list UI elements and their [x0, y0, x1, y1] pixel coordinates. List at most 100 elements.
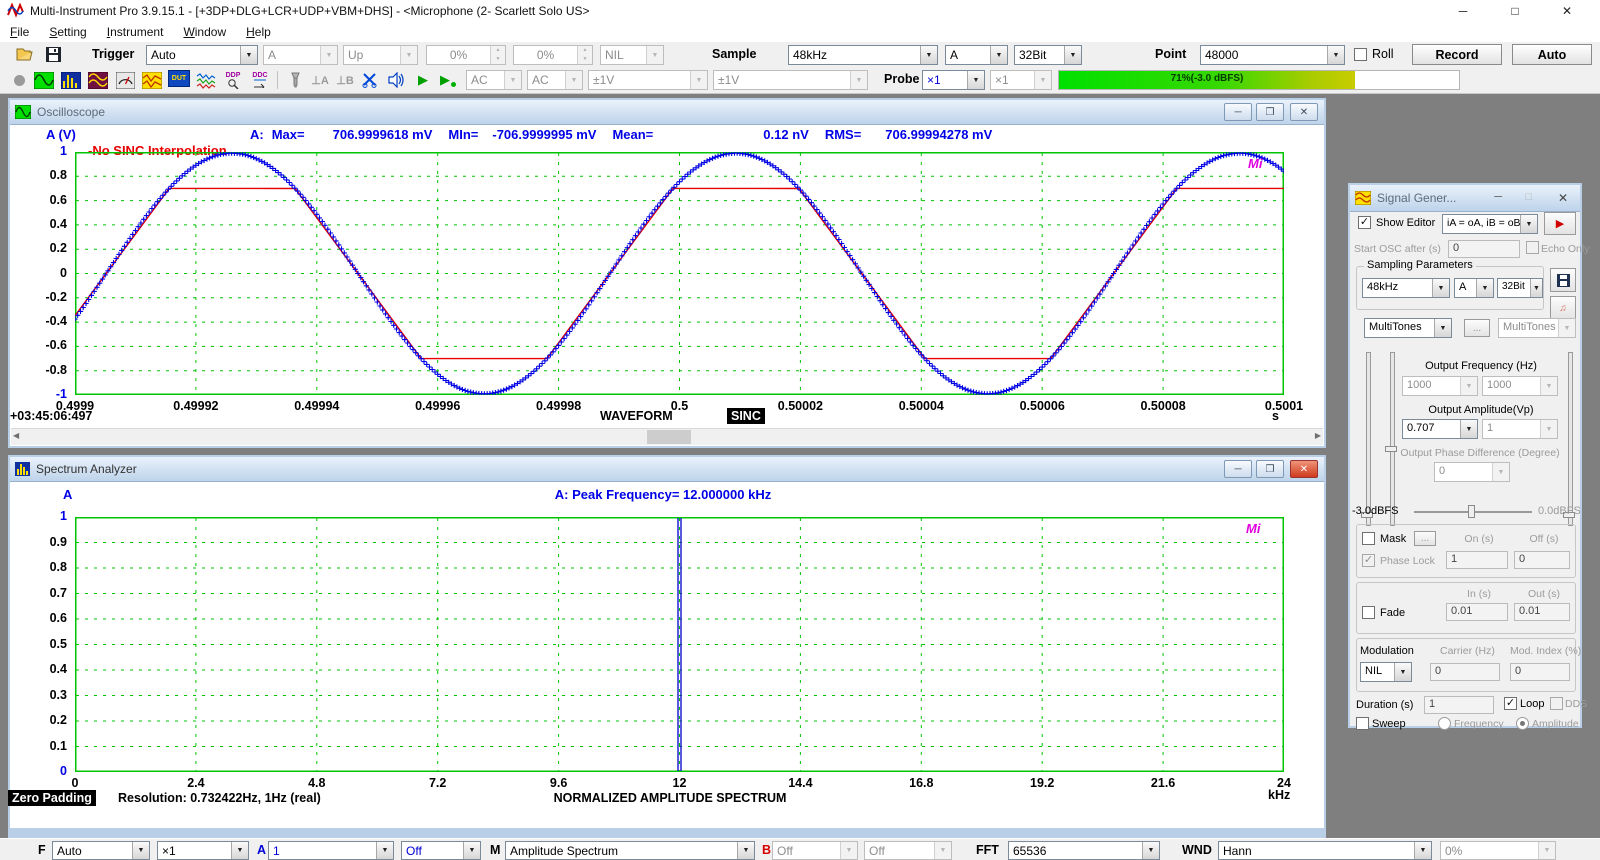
open-file-icon[interactable] [14, 44, 36, 64]
freq-mult-select[interactable]: ×1▼ [157, 841, 249, 860]
roll-checkbox[interactable] [1354, 48, 1367, 61]
amplitude-slider-b-track[interactable] [1568, 352, 1573, 526]
siggen-bit-depth-select[interactable]: 32Bit▼ [1497, 278, 1543, 298]
duration-input[interactable]: 1 [1424, 696, 1494, 714]
scroll-thumb[interactable] [647, 430, 691, 444]
chan-b-scale-select[interactable]: Off▼ [772, 841, 858, 860]
multimeter-icon[interactable] [114, 70, 136, 90]
signal-generator-title-bar[interactable]: Signal Gener... [1350, 185, 1580, 212]
spinner-arrows-icon[interactable]: ▲▼ [577, 46, 592, 64]
trigger-source-select[interactable]: A▼ [263, 45, 338, 65]
zero-padding-badge[interactable]: Zero Padding [8, 790, 96, 806]
restore-button[interactable]: ❒ [1256, 460, 1284, 478]
show-editor-checkbox[interactable] [1358, 216, 1371, 229]
chan-b-ref-select[interactable]: Off▼ [864, 841, 952, 860]
range-b-select[interactable]: ±1V▼ [713, 70, 868, 90]
fft-size-select[interactable]: 65536▼ [1008, 841, 1160, 860]
trigger-level-spinner[interactable]: 0%▲▼ [426, 45, 506, 65]
minimize-button[interactable]: ─ [1224, 103, 1252, 121]
siggen-run-button[interactable]: ▶ [1544, 212, 1576, 235]
calibration-icon[interactable] [359, 70, 381, 90]
minimize-button[interactable]: ─ [1494, 191, 1502, 203]
probe-a-select[interactable]: ×1▼ [922, 70, 985, 90]
mask-edit-button[interactable]: ... [1414, 531, 1436, 546]
close-button[interactable]: ✕ [1290, 103, 1318, 121]
sweep-checkbox[interactable] [1356, 717, 1369, 730]
sweep-amplitude-radio[interactable] [1516, 717, 1529, 730]
derived-data-curves-icon[interactable] [195, 70, 217, 90]
restore-button[interactable]: ❒ [1256, 103, 1284, 121]
chan-a-scale-select[interactable]: 1▼ [268, 841, 394, 860]
carrier-input[interactable]: 0 [1430, 663, 1500, 681]
sample-rate-select[interactable]: 48kHz▼ [788, 45, 938, 65]
trigger-edge-select[interactable]: Up▼ [343, 45, 418, 65]
trigger-mode-select[interactable]: Auto▼ [146, 45, 258, 65]
siggen-sample-rate-select[interactable]: 48kHz▼ [1362, 278, 1450, 298]
scroll-right-icon[interactable]: ▶ [1315, 431, 1321, 440]
modulation-select[interactable]: NIL▼ [1360, 662, 1412, 682]
sample-channel-select[interactable]: A▼ [945, 45, 1008, 65]
loop-checkbox[interactable] [1504, 697, 1517, 710]
siggen-save-button[interactable] [1550, 268, 1576, 292]
frequency-b-select[interactable]: 1000▼ [1482, 376, 1558, 396]
menu-file[interactable]: File [0, 25, 39, 39]
minimize-button[interactable]: ─ [1224, 460, 1252, 478]
amplitude-a-select[interactable]: 0.707▼ [1402, 419, 1478, 439]
echo-only-checkbox[interactable] [1526, 241, 1539, 254]
save-icon[interactable] [42, 44, 64, 64]
amplitude-slider-a-track[interactable] [1366, 352, 1371, 526]
analysis-mode-select[interactable]: Amplitude Spectrum▼ [505, 841, 755, 860]
chan-a-ref-select[interactable]: Off▼ [401, 841, 481, 860]
spinner-arrows-icon[interactable]: ▲▼ [490, 46, 505, 64]
multitones-edit-button[interactable]: ... [1464, 319, 1490, 337]
sweep-frequency-radio[interactable] [1438, 717, 1451, 730]
bit-depth-select[interactable]: 32Bit▼ [1014, 45, 1082, 65]
siggen-channel-select[interactable]: A▼ [1454, 278, 1494, 298]
spectrum-analyzer-icon[interactable] [60, 70, 82, 90]
maximize-button[interactable]: □ [1525, 191, 1532, 203]
routing-select[interactable]: iA = oA, iB = oB▼ [1442, 214, 1538, 234]
mask-off-input[interactable]: 0 [1514, 551, 1570, 569]
run-restart-icon[interactable]: ▶ [437, 70, 459, 90]
trigger-delay-spinner[interactable]: 0%▲▼ [513, 45, 593, 65]
trigger-hpf-select[interactable]: NIL▼ [600, 45, 664, 65]
mod-index-input[interactable]: 0 [1510, 663, 1570, 681]
frequency-a-select[interactable]: 1000▼ [1402, 376, 1478, 396]
oscilloscope-icon[interactable] [33, 70, 55, 90]
amplitude-slider-a2-track[interactable] [1390, 352, 1395, 526]
mask-checkbox[interactable] [1362, 532, 1375, 545]
coupling-b-select[interactable]: AC▼ [527, 70, 583, 90]
dds-checkbox[interactable] [1550, 697, 1563, 710]
siggen-music-button[interactable]: ♫ [1550, 296, 1576, 320]
range-a-select[interactable]: ±1V▼ [588, 70, 708, 90]
coupling-a-select[interactable]: AC▼ [466, 70, 522, 90]
signal-generator-icon[interactable] [87, 70, 109, 90]
close-button[interactable]: ✕ [1558, 191, 1568, 205]
maximize-button[interactable]: □ [1492, 0, 1538, 22]
points-select[interactable]: 48000▼ [1200, 45, 1345, 65]
ddc-icon[interactable]: DDC [249, 70, 271, 90]
menu-help[interactable]: Help [236, 25, 281, 39]
oscilloscope-title-bar[interactable]: Oscilloscope [10, 100, 1324, 125]
ddp-viewer-icon[interactable]: DDP [222, 70, 244, 90]
speaker-icon[interactable] [385, 70, 407, 90]
fade-in-input[interactable]: 0.01 [1446, 603, 1508, 621]
mask-on-input[interactable]: 1 [1446, 551, 1508, 569]
overlap-select[interactable]: 0%▼ [1440, 841, 1556, 860]
record-button[interactable]: Record [1412, 44, 1502, 65]
menu-window[interactable]: Window [173, 25, 236, 39]
minimize-button[interactable]: ─ [1440, 0, 1486, 22]
waveform-b-select[interactable]: MultiTones▼ [1498, 318, 1576, 338]
close-button[interactable]: ✕ [1290, 460, 1318, 478]
device-test-plan-icon[interactable]: DUT [168, 70, 190, 87]
amplitude-b-select[interactable]: 1▼ [1482, 419, 1558, 439]
phase-lock-checkbox[interactable] [1362, 554, 1375, 567]
spectrum-title-bar[interactable]: Spectrum Analyzer [10, 457, 1324, 482]
data-logger-icon[interactable] [141, 70, 163, 90]
scope-hscrollbar[interactable]: ◀ ▶ [11, 428, 1323, 445]
auto-button[interactable]: Auto [1512, 44, 1592, 65]
fade-checkbox[interactable] [1362, 606, 1375, 619]
scroll-left-icon[interactable]: ◀ [13, 431, 19, 440]
freq-axis-select[interactable]: Auto▼ [52, 841, 150, 860]
start-osc-input[interactable]: 0 [1448, 240, 1520, 258]
